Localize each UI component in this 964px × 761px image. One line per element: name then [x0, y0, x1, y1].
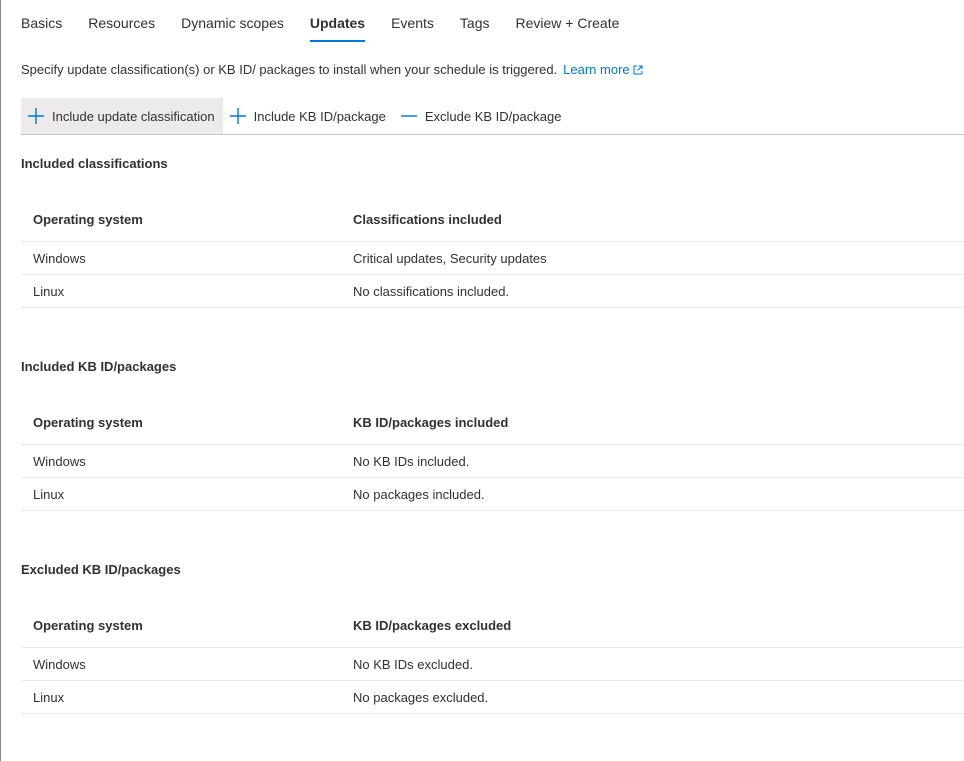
- column-header: Operating system: [33, 618, 143, 633]
- updates-description: Specify update classification(s) or KB I…: [21, 62, 643, 77]
- exclude-kb-label: Exclude KB ID/package: [424, 108, 562, 124]
- table-cell: Linux: [33, 283, 65, 299]
- learn-more-link[interactable]: Learn more: [563, 62, 643, 77]
- table-cell: No packages included.: [353, 486, 485, 502]
- include-kb-label: Include KB ID/package: [253, 108, 386, 124]
- tab-events[interactable]: Events: [391, 0, 434, 42]
- tab-dynamic-scopes[interactable]: Dynamic scopes: [181, 0, 284, 42]
- column-header: Classifications included: [353, 212, 502, 227]
- tab-tags[interactable]: Tags: [460, 0, 490, 42]
- plus-icon: [28, 108, 44, 124]
- wizard-tabs: Basics Resources Dynamic scopes Updates …: [21, 0, 645, 42]
- table-cell: Linux: [33, 689, 65, 705]
- include-kb-package-button[interactable]: Include KB ID/package: [223, 98, 394, 134]
- table-cell: Critical updates, Security updates: [353, 250, 547, 266]
- table-row: Linux No packages excluded.: [21, 681, 964, 714]
- minus-icon: [400, 115, 417, 117]
- table-cell: No classifications included.: [353, 283, 510, 299]
- tab-updates[interactable]: Updates: [309, 0, 366, 42]
- table-cell: Windows: [33, 453, 86, 469]
- updates-toolbar: Include update classification Include KB…: [21, 98, 964, 135]
- external-link-icon: [633, 65, 643, 75]
- table-cell: Linux: [33, 486, 65, 502]
- column-header: KB ID/packages excluded: [353, 618, 512, 633]
- excluded-kb-packages-title: Excluded KB ID/packages: [21, 562, 181, 577]
- excluded-kb-packages-table: Operating system KB ID/packages excluded…: [21, 604, 964, 714]
- table-cell: No KB IDs excluded.: [353, 656, 473, 672]
- table-row: Windows No KB IDs excluded.: [21, 648, 964, 681]
- table-header: Operating system KB ID/packages excluded: [21, 604, 964, 648]
- tab-basics[interactable]: Basics: [21, 0, 62, 42]
- included-classifications-title: Included classifications: [21, 156, 168, 171]
- table-row: Windows Critical updates, Security updat…: [21, 242, 964, 275]
- included-kb-packages-title: Included KB ID/packages: [21, 359, 177, 374]
- include-update-classification-button[interactable]: Include update classification: [21, 98, 223, 134]
- plus-icon: [229, 108, 246, 124]
- included-kb-packages-table: Operating system KB ID/packages included…: [21, 401, 964, 511]
- table-cell: Windows: [33, 250, 86, 266]
- table-row: Linux No classifications included.: [21, 275, 964, 308]
- tab-review-create[interactable]: Review + Create: [515, 0, 619, 42]
- table-row: Linux No packages included.: [21, 478, 964, 511]
- exclude-kb-package-button[interactable]: Exclude KB ID/package: [394, 98, 570, 134]
- table-header: Operating system KB ID/packages included: [21, 401, 964, 445]
- left-border: [0, 0, 1, 761]
- column-header: Operating system: [33, 415, 143, 430]
- table-cell: Windows: [33, 656, 86, 672]
- table-row: Windows No KB IDs included.: [21, 445, 964, 478]
- column-header: Operating system: [33, 212, 143, 227]
- tab-resources[interactable]: Resources: [88, 0, 155, 42]
- table-cell: No KB IDs included.: [353, 453, 470, 469]
- include-classification-label: Include update classification: [52, 108, 215, 124]
- description-text: Specify update classification(s) or KB I…: [21, 62, 558, 77]
- included-classifications-table: Operating system Classifications include…: [21, 198, 964, 308]
- table-cell: No packages excluded.: [353, 689, 489, 705]
- table-header: Operating system Classifications include…: [21, 198, 964, 242]
- column-header: KB ID/packages included: [353, 415, 509, 430]
